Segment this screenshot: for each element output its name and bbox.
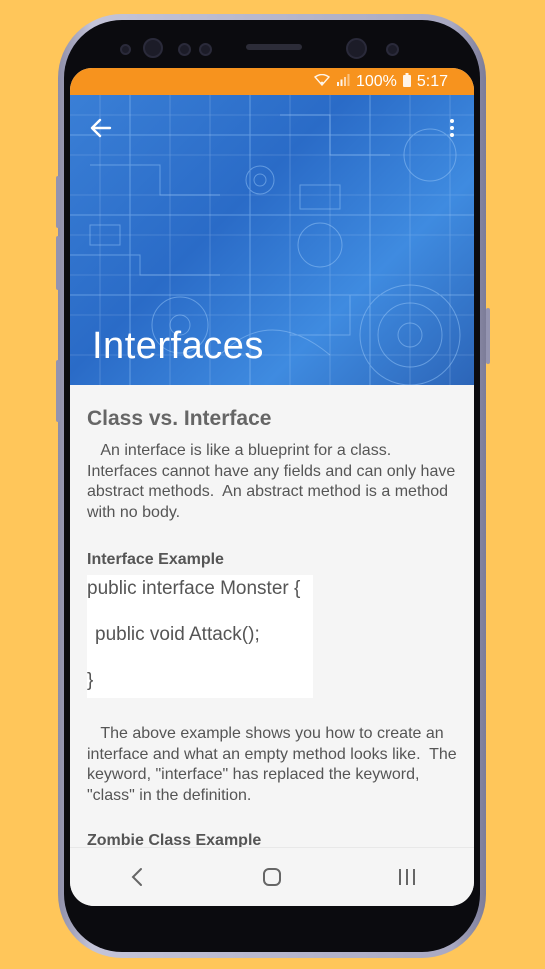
overflow-menu-button[interactable] [444,113,460,143]
iris-camera [386,43,399,56]
recents-nav-icon [398,869,415,885]
volume-down-key [56,236,60,290]
home-nav-icon [262,868,281,886]
code-line: public interface Monster { [87,578,301,599]
iris-sensor [143,38,163,58]
sensor-dot [120,44,131,55]
battery-icon [402,73,411,90]
wifi-icon [313,73,330,89]
signal-icon [336,74,350,89]
proximity-sensor [178,43,191,56]
earpiece-speaker [246,44,302,50]
front-camera [346,38,367,59]
power-key [486,308,490,364]
back-nav-icon [131,868,143,886]
zombie-example-heading: Zombie Class Example [87,832,262,848]
section-title: Class vs. Interface [87,407,272,430]
code-block: public interface Monster { public void A… [87,575,313,698]
arrow-back-icon [90,118,112,138]
header-banner: Interfaces [70,95,474,385]
volume-up-key [56,176,60,228]
nav-back-button[interactable] [117,857,157,897]
more-vert-icon [450,119,454,123]
back-button[interactable] [86,113,116,143]
article-content[interactable]: Class vs. Interface An interface is like… [70,385,474,848]
nav-recents-button[interactable] [387,857,427,897]
screen: 100% 5:17 Interfaces Class vs. Interface… [70,68,474,906]
page-title: Interfaces [92,325,264,367]
navigation-bar [70,847,474,906]
light-sensor [199,43,212,56]
intro-paragraph: An interface is like a blueprint for a c… [87,442,460,521]
status-bar: 100% 5:17 [70,68,474,95]
nav-home-button[interactable] [252,857,292,897]
bixby-key [56,360,60,422]
interface-example-heading: Interface Example [87,551,224,568]
code-line: public void Attack(); [95,624,260,645]
explanation-paragraph: The above example shows you how to creat… [87,725,462,804]
code-line: } [87,670,94,691]
status-time: 5:17 [416,72,448,90]
battery-percent: 100% [355,72,397,90]
